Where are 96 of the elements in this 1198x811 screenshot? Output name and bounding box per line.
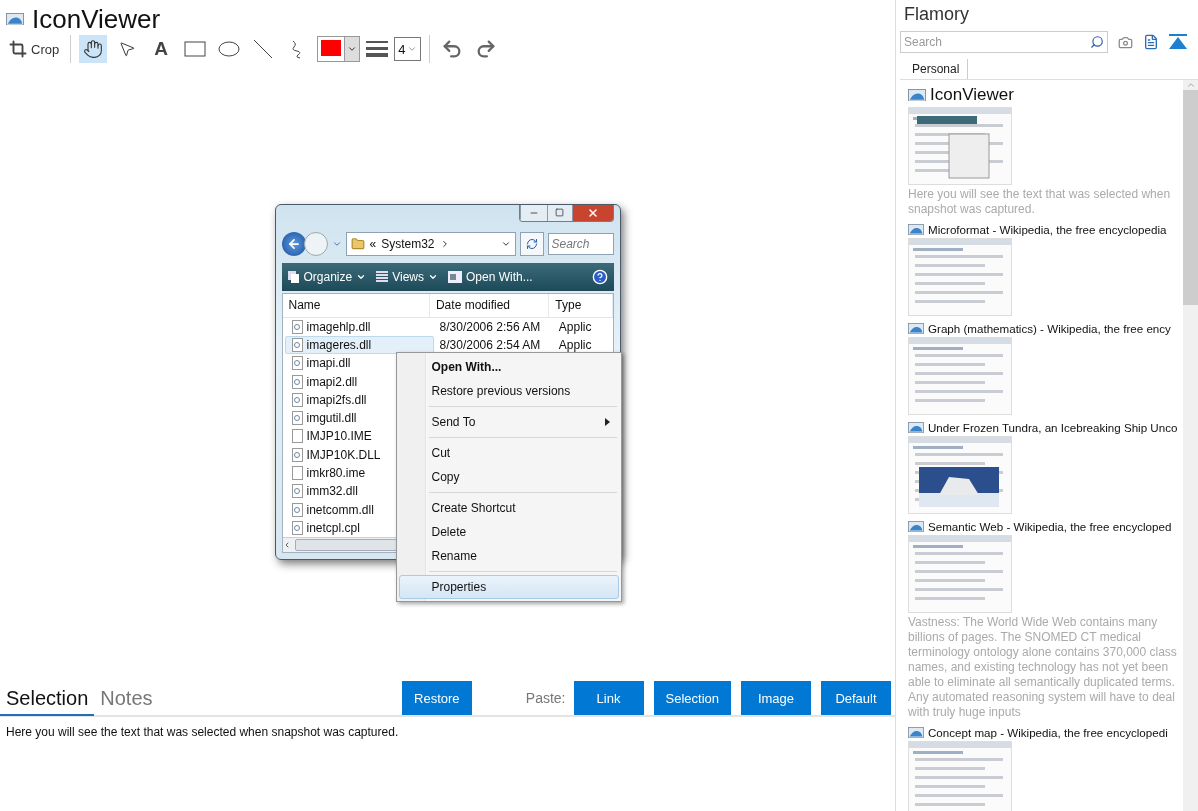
dll-file-icon: [291, 392, 303, 407]
color-picker[interactable]: [317, 36, 361, 62]
paste-button[interactable]: Link: [573, 681, 644, 715]
file-icon: [291, 429, 303, 444]
crop-icon: [9, 40, 27, 58]
snapshot-title[interactable]: IconViewer: [930, 85, 1014, 105]
search-icon: [1090, 35, 1104, 49]
tab[interactable]: Notes: [94, 682, 159, 716]
app-icon: [908, 726, 924, 739]
file-row[interactable]: imagehlp.dll: [284, 317, 434, 336]
file-row[interactable]: imageres.dll: [284, 336, 434, 354]
address-text: System32: [381, 236, 435, 251]
scroll-up-icon: [1185, 80, 1196, 90]
close-button[interactable]: [571, 204, 613, 221]
app-icon: [908, 88, 926, 102]
crop-button[interactable]: Crop: [6, 35, 63, 63]
type-cell-text: Applic: [557, 319, 593, 334]
page-icon[interactable]: [1143, 34, 1159, 50]
rectangle-icon: [184, 41, 207, 57]
caret-icon: [407, 44, 418, 54]
app-icon: [908, 322, 924, 335]
maximize-icon: [555, 208, 564, 217]
app-icon: [908, 223, 924, 236]
hand-icon: [83, 39, 104, 59]
collapse-icon[interactable]: [1169, 34, 1187, 50]
dll-file-icon: [291, 319, 303, 334]
search-field[interactable]: Search: [547, 232, 614, 255]
pages-icon: [287, 270, 300, 283]
tab[interactable]: Selection: [0, 682, 95, 716]
column-header[interactable]: Name: [282, 293, 430, 317]
selection-text: Here you will see the text that was selected when snapshot was captured.: [5, 724, 400, 741]
line-width-icon: [366, 40, 389, 58]
window-title: IconViewer: [32, 4, 161, 34]
snapshot-title[interactable]: Semantic Web - Wikipedia, the free encycloped: [928, 520, 1172, 533]
app-icon: [908, 421, 924, 434]
snapshot-title[interactable]: Graph (mathematics) - Wikipedia, the free ency: [928, 322, 1171, 335]
menu-item[interactable]: Properties: [398, 574, 619, 599]
paste-button[interactable]: Selection: [653, 681, 731, 715]
app-icon: [908, 520, 924, 533]
snapshot-title[interactable]: Under Frozen Tundra, an Icebreaking Ship Unco: [928, 421, 1178, 434]
date-cell-text: 8/30/2006 2:56 AM: [438, 319, 542, 334]
dll-file-icon: [291, 520, 303, 535]
dll-file-icon: [291, 374, 303, 389]
line-icon: [253, 39, 274, 59]
app-icon: [6, 12, 24, 26]
restore-button[interactable]: Restore: [401, 681, 472, 715]
file-icon: [291, 466, 303, 480]
menu-item[interactable]: Delete: [398, 519, 619, 544]
vertical-scrollbar[interactable]: [1183, 80, 1198, 811]
menu-item[interactable]: Open With...: [398, 354, 619, 379]
folder-icon: [350, 236, 365, 251]
dll-file-icon: [291, 484, 303, 499]
snapshot-title[interactable]: Concept map - Wikipedia, the free encyclopedi: [928, 726, 1168, 739]
dll-file-icon: [291, 338, 303, 352]
search-field[interactable]: Search: [900, 31, 1108, 53]
forward-button[interactable]: [303, 231, 328, 256]
column-header[interactable]: Type: [549, 293, 613, 317]
command-button[interactable]: Organize: [287, 269, 367, 284]
tab[interactable]: Personal: [904, 59, 969, 79]
command-button[interactable]: Views: [376, 269, 438, 284]
dll-file-icon: [291, 411, 303, 426]
tool-button[interactable]: A: [147, 35, 176, 63]
line-width-select[interactable]: 4: [394, 37, 422, 61]
ellipse-icon: [218, 41, 241, 57]
caret-icon: [347, 44, 358, 54]
help-icon: [591, 268, 608, 285]
menu-item[interactable]: Rename: [398, 543, 619, 568]
close-icon: [586, 206, 599, 219]
panel-title: Flamory: [903, 3, 970, 25]
menu-item[interactable]: Restore previous versions: [398, 378, 619, 403]
dll-file-icon: [291, 502, 303, 517]
snapshot-title[interactable]: Microformat - Wikipedia, the free encyclopedia: [928, 223, 1167, 236]
refresh-icon: [525, 237, 538, 250]
back-button[interactable]: [281, 231, 306, 256]
column-header[interactable]: Date modified: [429, 293, 550, 317]
snapshot-description: Here you will see the text that was selected when snapshot was captured.: [908, 187, 1172, 217]
text-tool-glyph: A: [154, 38, 169, 60]
maximize-button[interactable]: [546, 204, 572, 221]
type-cell-text: Applic: [557, 338, 593, 352]
dll-file-icon: [291, 356, 303, 371]
window-icon: [448, 270, 462, 283]
list-icon: [376, 270, 389, 283]
command-button[interactable]: Open With...: [448, 269, 533, 284]
paste-button[interactable]: Default: [821, 681, 891, 715]
paste-label: Paste:: [525, 690, 566, 706]
address-bar[interactable]: « System32: [345, 231, 516, 256]
date-cell-text: 8/30/2006 2:54 AM: [438, 338, 542, 352]
snapshot-description: Vastness: The World Wide Web contains many billions of pages. The SNOMED CT medical terminology ontology alone contains 370,000 class names, and existing technology has not yet been able to eliminate all semantically duplicated terms. Any automated reasoning system will have to deal with truly huge inputs: [908, 615, 1178, 720]
paste-button[interactable]: Image: [741, 681, 811, 715]
minimize-button[interactable]: [519, 204, 547, 221]
pointer-icon: [118, 40, 137, 58]
dll-file-icon: [291, 447, 303, 462]
refresh-button[interactable]: [519, 231, 544, 256]
address-prefix: «: [369, 236, 377, 251]
tool-button[interactable]: [79, 35, 108, 63]
camera-icon[interactable]: [1118, 34, 1133, 50]
